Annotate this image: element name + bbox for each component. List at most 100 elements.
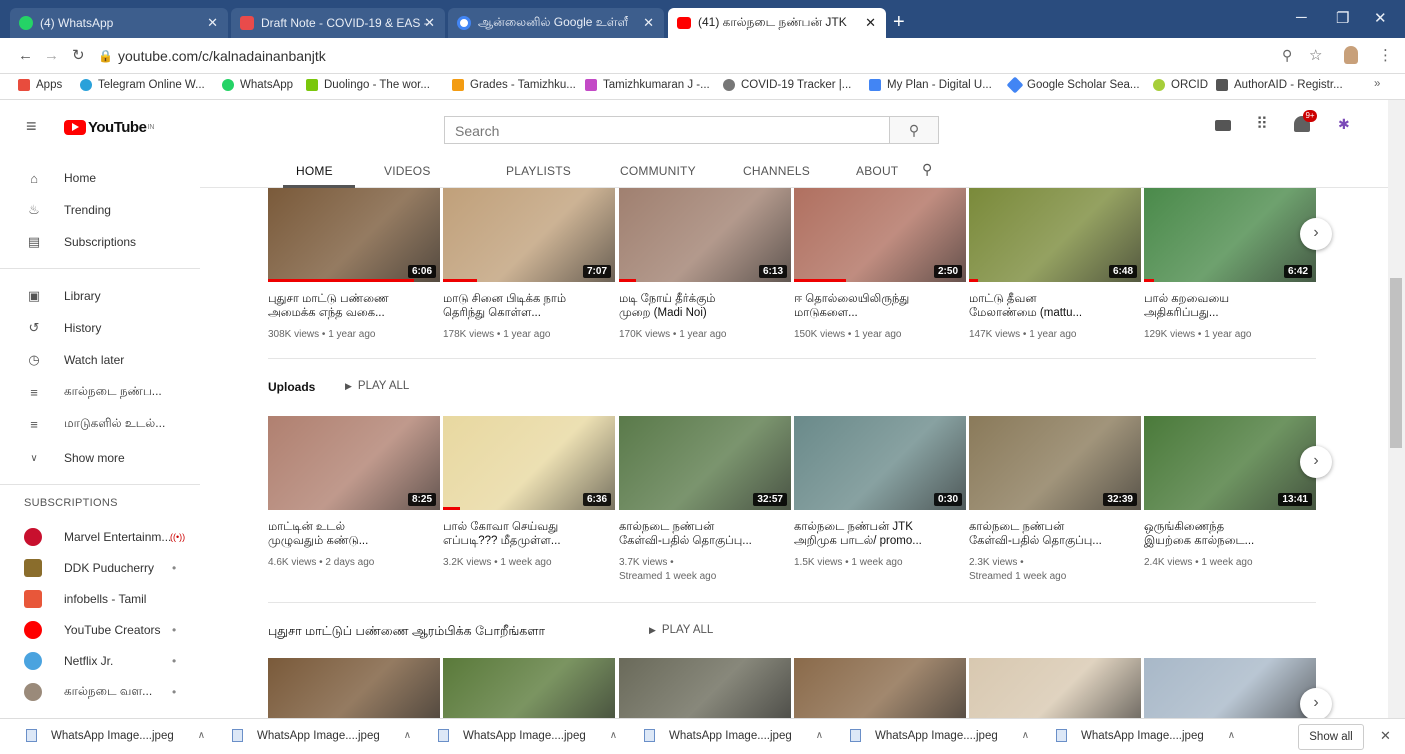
video-thumbnail[interactable]: 32:39 — [969, 416, 1141, 510]
show-all-downloads-button[interactable]: Show all — [1298, 724, 1364, 750]
video-thumbnail[interactable]: 6:48 — [969, 188, 1141, 282]
video-title[interactable]: மாட்டின் உடல் முழுவதும் கண்டு... — [268, 520, 438, 548]
subscription-item[interactable]: கால்நடை வள... • — [0, 676, 200, 708]
video-title[interactable]: மாடு சினை பிடிக்க நாம் தெரிந்து கொள்ள... — [443, 292, 613, 320]
browser-tab-draft-note[interactable]: Draft Note - COVID-19 & EAS - ✕ — [231, 8, 445, 38]
sidebar-item-playlist-1[interactable]: ≡ கால்நடை நண்ப... — [0, 376, 200, 408]
video-thumbnail[interactable] — [443, 658, 615, 718]
tab-playlists[interactable]: PLAYLISTS — [506, 164, 571, 178]
sidebar-item-history[interactable]: ↺ History — [0, 312, 200, 344]
shelf-next-button[interactable]: › — [1300, 688, 1332, 720]
chevron-up-icon[interactable]: ∧ — [404, 730, 411, 741]
download-item[interactable]: WhatsApp Image....jpeg ∧ — [1056, 729, 1235, 742]
browser-tab-youtube[interactable]: (41) கால்நடை நண்பன் JTK ✕ — [668, 8, 886, 38]
subscription-item[interactable]: Netflix Jr. • — [0, 645, 200, 677]
sidebar-item-subscriptions[interactable]: ▤ Subscriptions — [0, 226, 200, 258]
bookmark-tamizhkumaran[interactable]: Tamizhkumaran J -... — [585, 79, 710, 91]
apps-grid-icon[interactable]: ⠿ — [1256, 114, 1268, 134]
chevron-up-icon[interactable]: ∧ — [1022, 730, 1029, 741]
bookmark-orcid[interactable]: ORCID — [1153, 79, 1208, 91]
bookmark-authoraid[interactable]: AuthorAID - Registr... — [1216, 79, 1343, 91]
video-thumbnail[interactable]: 7:07 — [443, 188, 615, 282]
account-avatar[interactable]: ✱ — [1338, 116, 1360, 134]
video-thumbnail[interactable] — [969, 658, 1141, 718]
new-tab-button[interactable]: + — [893, 12, 905, 32]
sidebar-item-home[interactable]: ⌂ Home — [0, 162, 200, 194]
profile-avatar-icon[interactable] — [1344, 46, 1358, 64]
sidebar-item-watch-later[interactable]: ◷ Watch later — [0, 344, 200, 376]
shelf-title-uploads[interactable]: Uploads — [268, 380, 315, 394]
menu-icon[interactable]: ≡ — [26, 116, 37, 137]
chevron-up-icon[interactable]: ∧ — [1228, 730, 1235, 741]
more-bookmarks-icon[interactable]: » — [1374, 78, 1380, 90]
video-thumbnail[interactable]: 6:36 — [443, 416, 615, 510]
video-title[interactable]: கால்நடை நண்பன் JTK அறிமுக பாடல்/ promo... — [794, 520, 964, 548]
download-item[interactable]: WhatsApp Image....jpeg ∧ — [26, 729, 205, 742]
video-thumbnail[interactable] — [794, 658, 966, 718]
bookmark-google-scholar[interactable]: Google Scholar Sea... — [1006, 76, 1140, 94]
video-title[interactable]: ஒருங்கிணைந்த இயற்கை கால்நடை... — [1144, 520, 1314, 548]
sidebar-item-trending[interactable]: ♨ Trending — [0, 194, 200, 226]
search-input[interactable]: Search — [444, 116, 890, 144]
bookmark-duolingo[interactable]: Duolingo - The wor... — [306, 79, 430, 91]
close-download-bar-icon[interactable]: ✕ — [1380, 728, 1391, 744]
subscription-item[interactable]: DDK Puducherry • — [0, 552, 200, 584]
video-thumbnail[interactable]: 2:50 — [794, 188, 966, 282]
tab-community[interactable]: COMMUNITY — [620, 164, 696, 178]
video-thumbnail[interactable] — [1144, 658, 1316, 718]
video-thumbnail[interactable]: 6:13 — [619, 188, 791, 282]
video-thumbnail[interactable]: 6:06 — [268, 188, 440, 282]
scrollbar-thumb[interactable] — [1390, 278, 1402, 448]
youtube-logo[interactable]: YouTube IN — [64, 119, 154, 136]
create-video-icon[interactable] — [1215, 120, 1231, 131]
minimize-button[interactable]: ─ — [1296, 9, 1307, 26]
back-icon[interactable]: ← — [18, 47, 33, 64]
download-item[interactable]: WhatsApp Image....jpeg ∧ — [644, 729, 823, 742]
tab-channels[interactable]: CHANNELS — [743, 164, 810, 178]
video-title[interactable]: பால் கோவா செய்வது எப்படி??? மீதமுள்ள... — [443, 520, 613, 548]
video-thumbnail[interactable]: 8:25 — [268, 416, 440, 510]
zoom-icon[interactable]: ⚲ — [1282, 47, 1292, 64]
bookmark-my-plan[interactable]: My Plan - Digital U... — [869, 79, 992, 91]
bookmark-covid-tracker[interactable]: COVID-19 Tracker |... — [723, 79, 851, 91]
play-all-button[interactable]: ▶ PLAY ALL — [649, 624, 713, 636]
star-icon[interactable]: ☆ — [1309, 46, 1322, 64]
play-all-button[interactable]: ▶ PLAY ALL — [345, 380, 409, 392]
bookmark-apps[interactable]: Apps — [18, 79, 62, 91]
tab-home[interactable]: HOME — [296, 164, 333, 178]
more-menu-icon[interactable]: ⋮ — [1378, 46, 1393, 64]
search-button[interactable]: ⚲ — [889, 116, 939, 144]
video-title[interactable]: மாட்டு தீவன மேலாண்மை (mattu... — [969, 292, 1139, 320]
video-thumbnail[interactable] — [619, 658, 791, 718]
video-thumbnail[interactable]: 32:57 — [619, 416, 791, 510]
maximize-button[interactable]: ❐ — [1336, 9, 1349, 27]
subscription-item[interactable]: Marvel Entertainm... ((•)) — [0, 521, 200, 553]
reload-icon[interactable]: ↻ — [72, 46, 85, 64]
tab-about[interactable]: ABOUT — [856, 164, 898, 178]
bookmark-whatsapp[interactable]: WhatsApp — [222, 79, 293, 91]
video-title[interactable]: பால் கறவையை அதிகரிப்பது... — [1144, 292, 1314, 320]
sidebar-item-show-more[interactable]: ∨ Show more — [0, 442, 200, 474]
sidebar-item-library[interactable]: ▣ Library — [0, 280, 200, 312]
close-icon[interactable]: ✕ — [865, 15, 876, 31]
video-thumbnail[interactable]: 0:30 — [794, 416, 966, 510]
shelf-title-new-farm[interactable]: புதுசா மாட்டுப் பண்ணை ஆரம்பிக்க போறீங்கள… — [268, 624, 545, 640]
video-title[interactable]: மடி நோய் தீர்க்கும் முறை (Madi Noi) — [619, 292, 789, 320]
close-window-button[interactable]: ✕ — [1374, 9, 1387, 27]
bookmark-telegram[interactable]: Telegram Online W... — [80, 79, 205, 91]
video-title[interactable]: கால்நடை நண்பன் கேள்வி-பதில் தொகுப்பு... — [619, 520, 789, 548]
forward-icon[interactable]: → — [44, 47, 59, 64]
download-item[interactable]: WhatsApp Image....jpeg ∧ — [232, 729, 411, 742]
close-icon[interactable]: ✕ — [424, 15, 435, 31]
download-item[interactable]: WhatsApp Image....jpeg ∧ — [438, 729, 617, 742]
sidebar-item-playlist-2[interactable]: ≡ மாடுகளில் உடல்... — [0, 408, 200, 440]
video-thumbnail[interactable]: 13:41 — [1144, 416, 1316, 510]
video-title[interactable]: ஈ தொல்லையிலிருந்து மாடுகளை... — [794, 292, 964, 320]
close-icon[interactable]: ✕ — [643, 15, 654, 31]
shelf-next-button[interactable]: › — [1300, 446, 1332, 478]
browser-tab-whatsapp[interactable]: (4) WhatsApp ✕ — [10, 8, 228, 38]
video-thumbnail[interactable] — [268, 658, 440, 718]
chevron-up-icon[interactable]: ∧ — [198, 730, 205, 741]
url-field[interactable]: 🔒 youtube.com/c/kalnadainanbanjtk — [92, 42, 1382, 70]
chevron-up-icon[interactable]: ∧ — [816, 730, 823, 741]
